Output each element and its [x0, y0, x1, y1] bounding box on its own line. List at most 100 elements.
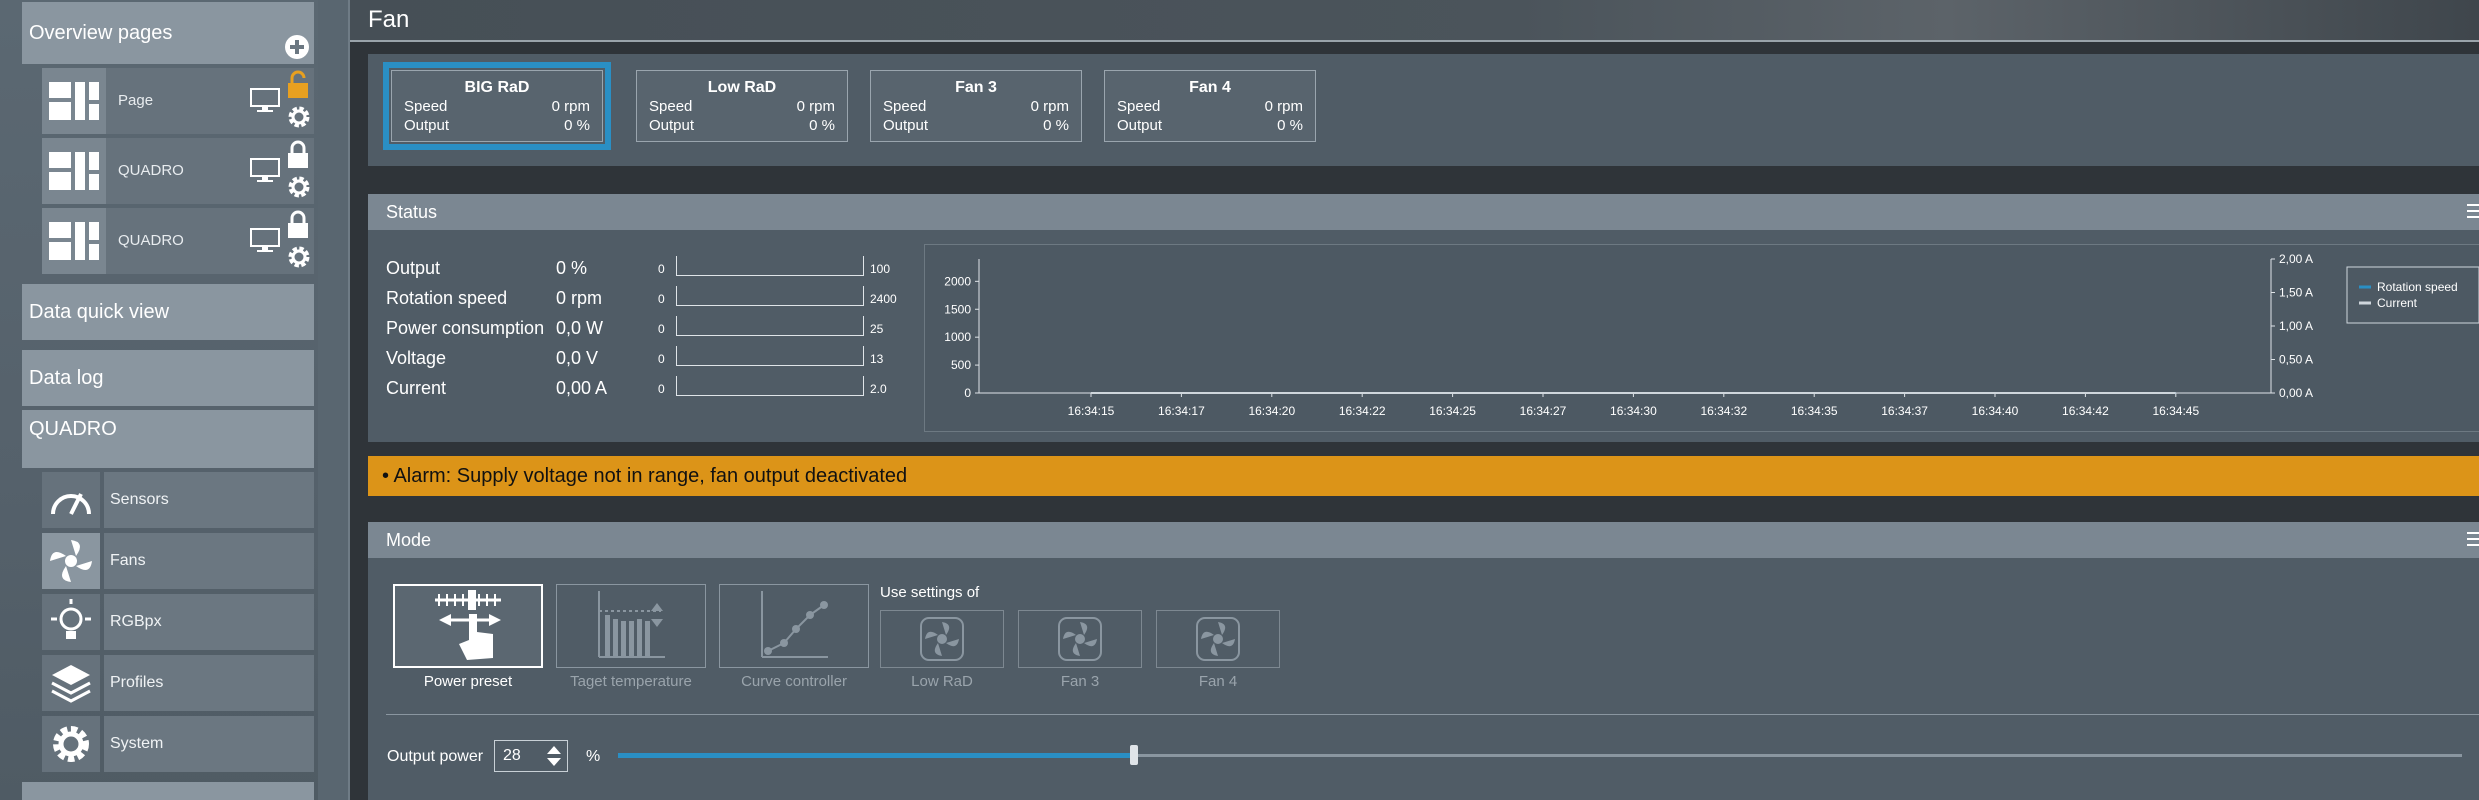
menu-icon[interactable] — [2467, 532, 2479, 550]
bar-chart-icon — [598, 591, 665, 658]
speed-label: Speed — [649, 98, 693, 115]
fan-name: BIG RaD — [464, 79, 530, 96]
bar-max: 2.0 — [870, 382, 887, 396]
device-name: QUADRO — [29, 418, 117, 440]
gear-icon[interactable] — [286, 104, 312, 130]
status-panel: Status Output 0 % 0 100 Rotation speed 0… — [368, 194, 2479, 442]
page-name: QUADRO — [118, 162, 184, 179]
speed-label: Speed — [1117, 98, 1161, 115]
sidebar-item-sensors[interactable]: Sensors — [42, 472, 314, 528]
status-label: Rotation speed — [386, 288, 508, 308]
lock-icon[interactable] — [286, 210, 310, 240]
sidebar-scroll-rail[interactable] — [318, 0, 348, 800]
x-tick-label: 16:34:32 — [1700, 404, 1747, 418]
page-name: Page — [118, 92, 154, 109]
divider — [386, 714, 2479, 715]
sidebar-item-system[interactable]: System — [42, 716, 314, 772]
status-value: 0,0 V — [556, 348, 599, 368]
slider-hand-icon — [435, 590, 501, 660]
output-label: Output — [1117, 117, 1163, 134]
status-value: 0 % — [556, 258, 588, 278]
bar-min: 0 — [658, 352, 665, 366]
slider-thumb[interactable] — [1130, 745, 1139, 765]
fan-card[interactable]: BIG RaD Speed 0 rpm Output 0 % — [383, 62, 611, 150]
gear-icon[interactable] — [286, 174, 312, 200]
speed-value: 0 rpm — [1264, 98, 1303, 115]
monitor-icon[interactable] — [250, 228, 280, 254]
mode-label: Taget temperature — [570, 673, 692, 690]
monitor-icon[interactable] — [250, 158, 280, 184]
x-tick-label: 16:34:42 — [2062, 404, 2109, 418]
use-settings-low-rad-button[interactable] — [880, 610, 1004, 668]
status-value: 0 rpm — [556, 288, 603, 308]
device-header[interactable]: QUADRO — [22, 410, 314, 468]
sidebar-item-rgbpx[interactable]: RGBpx — [42, 594, 314, 650]
x-tick-label: 16:34:17 — [1158, 404, 1205, 418]
y-tick-label: 0 — [964, 386, 971, 400]
output-label: Output — [649, 117, 695, 134]
fan-card[interactable]: Low RaD Speed 0 rpm Output 0 % — [636, 70, 848, 142]
status-label: Voltage — [386, 348, 447, 368]
data-quick-view-label: Data quick view — [29, 300, 170, 323]
sidebar-item-fans[interactable]: Fans — [42, 533, 314, 589]
overview-page-item[interactable]: QUADRO — [42, 138, 314, 204]
y-right-tick-label: 2,00 A — [2279, 252, 2313, 266]
layout-icon — [42, 138, 106, 204]
use-settings-fan-3-button[interactable] — [1018, 610, 1142, 668]
overview-page-item[interactable]: QUADRO — [42, 208, 314, 274]
use-settings-label-item: Low RaD — [911, 673, 973, 690]
output-power-unit: % — [586, 748, 601, 765]
output-power-value: 28 — [503, 747, 521, 764]
bar-max: 100 — [870, 262, 891, 276]
speed-value: 0 rpm — [1030, 98, 1069, 115]
mode-power-preset-button[interactable] — [393, 584, 543, 668]
output-value: 0 % — [1277, 117, 1303, 134]
fan-card[interactable]: Fan 3 Speed 0 rpm Output 0 % — [870, 70, 1082, 142]
use-settings-label-item: Fan 4 — [1198, 673, 1238, 690]
monitor-icon[interactable] — [250, 88, 280, 114]
lock-icon[interactable] — [286, 140, 310, 170]
x-tick-label: 16:34:45 — [2152, 404, 2199, 418]
fan-name: Low RaD — [707, 79, 777, 96]
status-value: 0,00 A — [556, 378, 608, 398]
x-tick-label: 16:34:30 — [1610, 404, 1657, 418]
data-quick-view-item[interactable]: Data quick view — [22, 284, 314, 340]
menu-icon[interactable] — [2467, 204, 2479, 222]
output-power-stepper[interactable]: 28 — [494, 740, 568, 772]
use-settings-fan-4-button[interactable] — [1156, 610, 1280, 668]
sidebar: Overview pages Page QUADRO QUADRO Data q — [0, 0, 350, 800]
y-tick-label: 500 — [951, 358, 971, 372]
page-title: Fan — [368, 6, 410, 33]
fan-card[interactable]: Fan 4 Speed 0 rpm Output 0 % — [1104, 70, 1316, 142]
mode-target-temperature-button[interactable] — [556, 584, 706, 668]
y-tick-label: 1000 — [944, 330, 971, 344]
status-bar — [676, 376, 864, 396]
alarm-banner: • Alarm: Supply voltage not in range, fa… — [368, 456, 2479, 496]
mode-title: Mode — [386, 530, 432, 550]
stepper-arrows-icon[interactable] — [545, 744, 563, 768]
y-right-tick-label: 0,00 A — [2279, 386, 2313, 400]
sidebar-item-profiles[interactable]: Profiles — [42, 655, 314, 711]
x-tick-label: 16:34:40 — [1972, 404, 2019, 418]
sidebar-item-label: Profiles — [104, 655, 314, 711]
x-tick-label: 16:34:15 — [1068, 404, 1115, 418]
data-log-label: Data log — [29, 366, 104, 389]
overview-page-item[interactable]: Page — [42, 68, 314, 134]
mode-curve-controller-button[interactable] — [719, 584, 869, 668]
sidebar-next-section[interactable] — [22, 782, 314, 800]
status-label: Power consumption — [386, 318, 545, 338]
status-chart: 0 500 1000 1500 2000 0,00 A 0,50 A 1,00 A 1,50 A… — [924, 244, 2479, 432]
x-tick-label: 16:34:37 — [1881, 404, 1928, 418]
output-power-slider[interactable] — [618, 745, 2462, 765]
y-right-tick-label: 0,50 A — [2279, 353, 2313, 367]
use-settings-label-item: Fan 3 — [1060, 673, 1100, 690]
sidebar-item-label: Sensors — [104, 472, 314, 528]
data-log-item[interactable]: Data log — [22, 350, 314, 406]
overview-pages-header[interactable]: Overview pages — [22, 2, 314, 64]
bar-max: 13 — [870, 352, 884, 366]
y-tick-label: 2000 — [944, 274, 971, 288]
add-page-icon[interactable] — [284, 34, 310, 60]
unlock-icon[interactable] — [286, 70, 310, 100]
gear-icon[interactable] — [286, 244, 312, 270]
output-value: 0 % — [809, 117, 835, 134]
